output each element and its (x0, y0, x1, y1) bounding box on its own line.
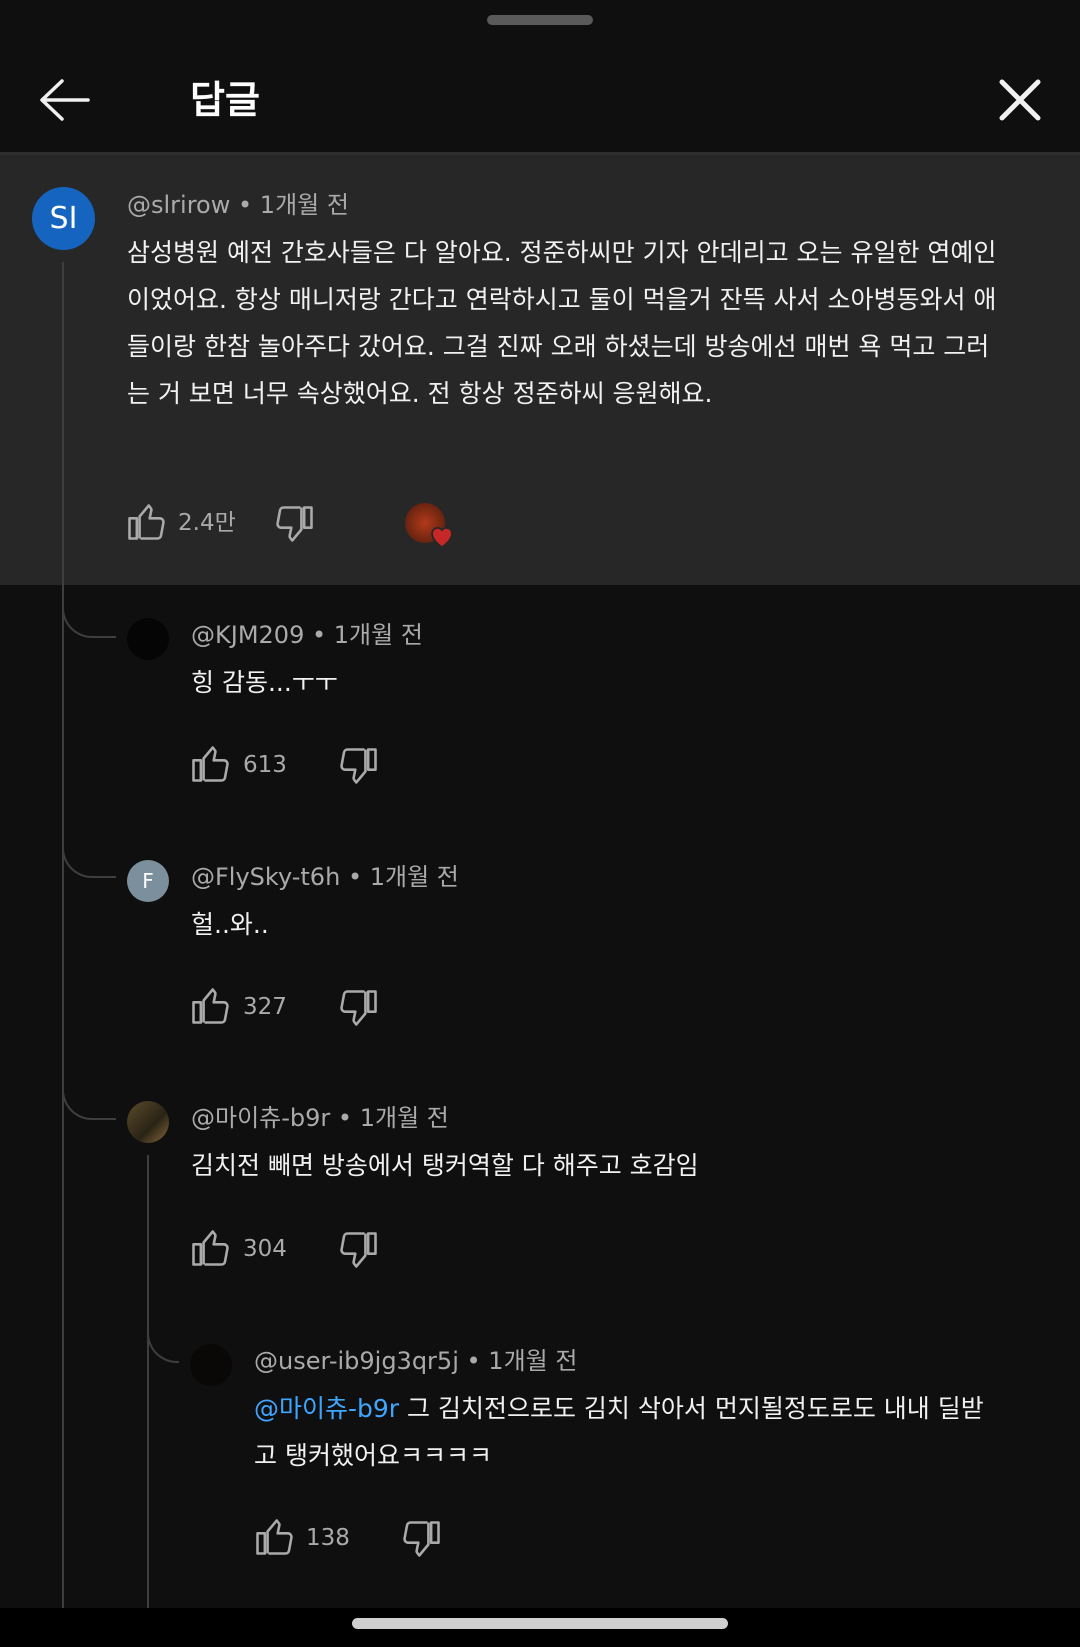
comment-author[interactable]: @FlySky-t6h (191, 863, 340, 891)
like-icon (128, 504, 165, 540)
comment-text: 힝 감동...ㅜㅜ (191, 668, 338, 697)
meta-separator: • (238, 191, 260, 219)
comment-time: 1개월 전 (259, 191, 349, 219)
like-button[interactable] (188, 984, 232, 1028)
like-count: 2.4만 (178, 510, 236, 536)
comment-author[interactable]: @KJM209 (191, 621, 304, 649)
avatar[interactable] (190, 1344, 232, 1386)
avatar[interactable]: SI (32, 187, 95, 250)
comment-text: 헐..와.. (191, 910, 269, 939)
dislike-button[interactable] (337, 986, 381, 1030)
avatar[interactable] (127, 618, 169, 660)
home-indicator[interactable] (352, 1618, 728, 1629)
back-button[interactable] (30, 65, 100, 135)
nested-thread-line (147, 1155, 149, 1608)
back-arrow-icon (40, 79, 90, 121)
avatar-initials: F (142, 869, 154, 893)
dislike-icon (340, 1232, 377, 1268)
meta-separator: • (311, 621, 334, 649)
comment-meta: @KJM209 • 1개월 전 (191, 620, 423, 650)
dislike-button[interactable] (337, 1228, 381, 1272)
avatar-initials: SI (49, 201, 78, 236)
comment-meta: @마이츄-b9r • 1개월 전 (191, 1103, 449, 1133)
comment-author[interactable]: @user-ib9jg3qr5j (254, 1347, 459, 1375)
like-icon (192, 988, 229, 1024)
like-button[interactable] (124, 500, 168, 544)
comment-meta: @FlySky-t6h • 1개월 전 (191, 862, 459, 892)
like-icon (192, 1230, 229, 1266)
like-count: 138 (306, 1525, 350, 1551)
comment-text: 김치전 빼면 방송에서 탱커역할 다 해주고 호감임 (191, 1151, 699, 1180)
like-button[interactable] (188, 1226, 232, 1270)
close-button[interactable] (985, 65, 1055, 135)
dislike-icon (276, 506, 313, 542)
dislike-button[interactable] (273, 502, 317, 546)
like-icon (192, 746, 229, 782)
comment-author[interactable]: @slrirow (127, 191, 230, 219)
comment-meta: @slrirow • 1개월 전 (127, 190, 349, 220)
like-button[interactable] (188, 742, 232, 786)
creator-heart-icon (431, 527, 453, 549)
meta-separator: • (347, 863, 370, 891)
avatar[interactable] (127, 1101, 169, 1143)
like-icon (256, 1519, 293, 1555)
comment-text: @마이츄-b9r 그 김치전으로도 김치 삭아서 먼지될정도로도 내내 딜받고 … (254, 1385, 999, 1479)
thread-line (62, 262, 64, 1608)
avatar[interactable]: F (127, 860, 169, 902)
dislike-icon (340, 748, 377, 784)
dislike-icon (403, 1521, 440, 1557)
comment-meta: @user-ib9jg3qr5j • 1개월 전 (254, 1346, 577, 1376)
comment-text: 삼성병원 예전 간호사들은 다 알아요. 정준하씨만 기자 안데리고 오는 유일… (127, 238, 997, 408)
mention-link[interactable]: @마이츄-b9r (254, 1394, 399, 1423)
comment-time: 1개월 전 (333, 621, 423, 649)
close-icon (999, 79, 1041, 121)
comment-time: 1개월 전 (359, 1104, 449, 1132)
page-title: 답글 (190, 78, 260, 122)
comment-author[interactable]: @마이츄-b9r (191, 1104, 330, 1132)
dislike-button[interactable] (337, 744, 381, 788)
like-button[interactable] (252, 1515, 296, 1559)
replies-header: 답글 (0, 45, 1080, 153)
dislike-icon (340, 990, 377, 1026)
like-count: 613 (243, 752, 287, 778)
comment-time: 1개월 전 (488, 1347, 578, 1375)
like-count: 304 (243, 1236, 287, 1262)
meta-separator: • (337, 1104, 360, 1132)
sheet-drag-handle[interactable] (487, 15, 593, 25)
meta-separator: • (466, 1347, 489, 1375)
dislike-button[interactable] (400, 1517, 444, 1561)
thread-connector (147, 1315, 179, 1363)
creator-heart (405, 503, 461, 553)
thread-connector (62, 1072, 116, 1120)
thread-connector (62, 590, 116, 638)
thread-connector (62, 830, 116, 878)
comment-time: 1개월 전 (369, 863, 459, 891)
like-count: 327 (243, 994, 287, 1020)
